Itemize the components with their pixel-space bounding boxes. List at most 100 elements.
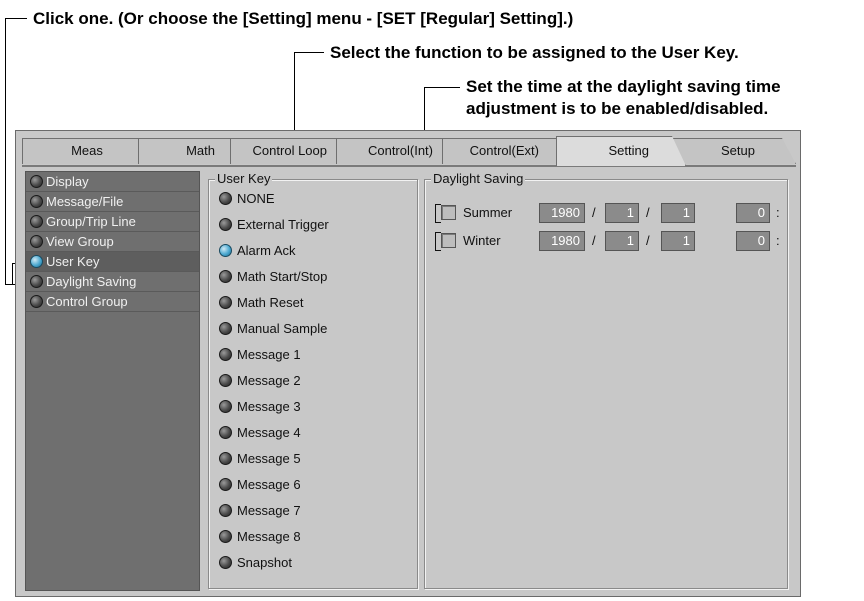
grey-led-icon	[219, 556, 232, 569]
tab-label: Setting	[608, 143, 649, 158]
user-key-option-message-1[interactable]: Message 1	[217, 346, 301, 364]
tab-control-loop[interactable]: Control Loop	[230, 138, 350, 164]
callout-top: Click one. (Or choose the [Setting] menu…	[33, 9, 574, 28]
sidebar-item-label: Display	[46, 174, 89, 189]
grey-led-icon	[219, 400, 232, 413]
option-label: Message 6	[237, 477, 301, 492]
grey-led-icon	[30, 175, 43, 188]
daylight-saving-group: Daylight Saving Summer 1980 / 1 / 1 0 : …	[424, 171, 788, 589]
tab-content: Display Message/File Group/Trip Line Vie…	[22, 165, 796, 593]
sidebar-item-label: Daylight Saving	[46, 274, 137, 289]
sidebar-item-control-group[interactable]: Control Group	[26, 292, 199, 312]
user-key-option-manual-sample[interactable]: Manual Sample	[217, 320, 327, 338]
leader-line	[424, 87, 460, 88]
callout-daylight-line2: adjustment is to be enabled/disabled.	[466, 99, 769, 118]
daylight-row-winter: Winter 1980 / 1 / 1 0 :	[433, 230, 783, 252]
option-label: Message 4	[237, 425, 301, 440]
sidebar-item-label: Group/Trip Line	[46, 214, 136, 229]
blue-led-icon	[219, 244, 232, 257]
date-separator: /	[592, 205, 596, 220]
summer-checkbox[interactable]	[441, 205, 456, 220]
grey-led-icon	[219, 530, 232, 543]
tab-label: Setup	[721, 143, 755, 158]
sidebar-item-label: User Key	[46, 254, 100, 269]
grey-led-icon	[219, 322, 232, 335]
time-separator: :	[776, 205, 780, 220]
user-key-option-message-3[interactable]: Message 3	[217, 398, 301, 416]
tab-setting[interactable]: Setting	[556, 136, 686, 166]
callout-user-key: Select the function to be assigned to th…	[330, 43, 739, 62]
sidebar-item-view-group[interactable]: View Group	[26, 232, 199, 252]
date-separator: /	[646, 205, 650, 220]
sidebar: Display Message/File Group/Trip Line Vie…	[25, 171, 200, 591]
grey-led-icon	[30, 275, 43, 288]
grey-led-icon	[219, 270, 232, 283]
user-key-option-message-8[interactable]: Message 8	[217, 528, 301, 546]
daylight-row-summer: Summer 1980 / 1 / 1 0 :	[433, 202, 783, 224]
user-key-option-math-start-stop[interactable]: Math Start/Stop	[217, 268, 327, 286]
option-label: Snapshot	[237, 555, 292, 570]
winter-hour-field[interactable]: 0	[736, 231, 770, 251]
settings-window: Meas Math Control Loop Control(Int) Cont…	[15, 130, 801, 597]
user-key-option-message-2[interactable]: Message 2	[217, 372, 301, 390]
callout-bracket	[435, 204, 441, 223]
user-key-option-math-reset[interactable]: Math Reset	[217, 294, 303, 312]
tab-control-int[interactable]: Control(Int)	[336, 138, 456, 164]
grey-led-icon	[219, 296, 232, 309]
winter-month-field[interactable]: 1	[605, 231, 639, 251]
tab-setup[interactable]: Setup	[672, 138, 796, 164]
grey-led-icon	[30, 215, 43, 228]
user-key-option-message-6[interactable]: Message 6	[217, 476, 301, 494]
option-label: Math Start/Stop	[237, 269, 328, 284]
grey-led-icon	[219, 192, 232, 205]
winter-checkbox[interactable]	[441, 233, 456, 248]
grey-led-icon	[219, 452, 232, 465]
option-label: NONE	[237, 191, 275, 206]
user-key-option-message-5[interactable]: Message 5	[217, 450, 301, 468]
date-separator: /	[592, 233, 596, 248]
sidebar-item-label: View Group	[46, 234, 114, 249]
option-label: Message 5	[237, 451, 301, 466]
sidebar-item-message-file[interactable]: Message/File	[26, 192, 199, 212]
summer-day-field[interactable]: 1	[661, 203, 695, 223]
sidebar-item-user-key[interactable]: User Key	[26, 252, 199, 272]
user-key-option-message-7[interactable]: Message 7	[217, 502, 301, 520]
winter-label: Winter	[463, 233, 501, 248]
option-label: Message 7	[237, 503, 301, 518]
summer-year-field[interactable]: 1980	[539, 203, 585, 223]
tab-label: Math	[186, 143, 215, 158]
sidebar-item-label: Message/File	[46, 194, 124, 209]
summer-hour-field[interactable]: 0	[736, 203, 770, 223]
summer-month-field[interactable]: 1	[605, 203, 639, 223]
tab-meas[interactable]: Meas	[22, 138, 152, 164]
tab-label: Control(Ext)	[469, 143, 539, 158]
grey-led-icon	[219, 504, 232, 517]
grey-led-icon	[30, 195, 43, 208]
option-label: Math Reset	[237, 295, 304, 310]
user-key-option-message-4[interactable]: Message 4	[217, 424, 301, 442]
user-key-option-external-trigger[interactable]: External Trigger	[217, 216, 329, 234]
grey-led-icon	[219, 218, 232, 231]
sidebar-item-daylight-saving[interactable]: Daylight Saving	[26, 272, 199, 292]
grey-led-icon	[219, 426, 232, 439]
tab-bar: Meas Math Control Loop Control(Int) Cont…	[22, 136, 796, 166]
leader-line	[5, 18, 27, 19]
tab-control-ext[interactable]: Control(Ext)	[442, 138, 570, 164]
option-label: Message 2	[237, 373, 301, 388]
winter-day-field[interactable]: 1	[661, 231, 695, 251]
grey-led-icon	[219, 478, 232, 491]
winter-year-field[interactable]: 1980	[539, 231, 585, 251]
user-key-group-title: User Key	[215, 171, 273, 187]
user-key-option-alarm-ack[interactable]: Alarm Ack	[217, 242, 296, 260]
leader-line	[12, 263, 13, 285]
grey-led-icon	[219, 348, 232, 361]
sidebar-item-label: Control Group	[46, 294, 128, 309]
time-separator: :	[776, 233, 780, 248]
sidebar-item-display[interactable]: Display	[26, 172, 199, 192]
user-key-option-snapshot[interactable]: Snapshot	[217, 554, 292, 572]
user-key-option-none[interactable]: NONE	[217, 190, 275, 208]
grey-led-icon	[30, 295, 43, 308]
leader-line	[294, 52, 324, 53]
sidebar-item-group-trip-line[interactable]: Group/Trip Line	[26, 212, 199, 232]
tab-math[interactable]: Math	[138, 138, 244, 164]
